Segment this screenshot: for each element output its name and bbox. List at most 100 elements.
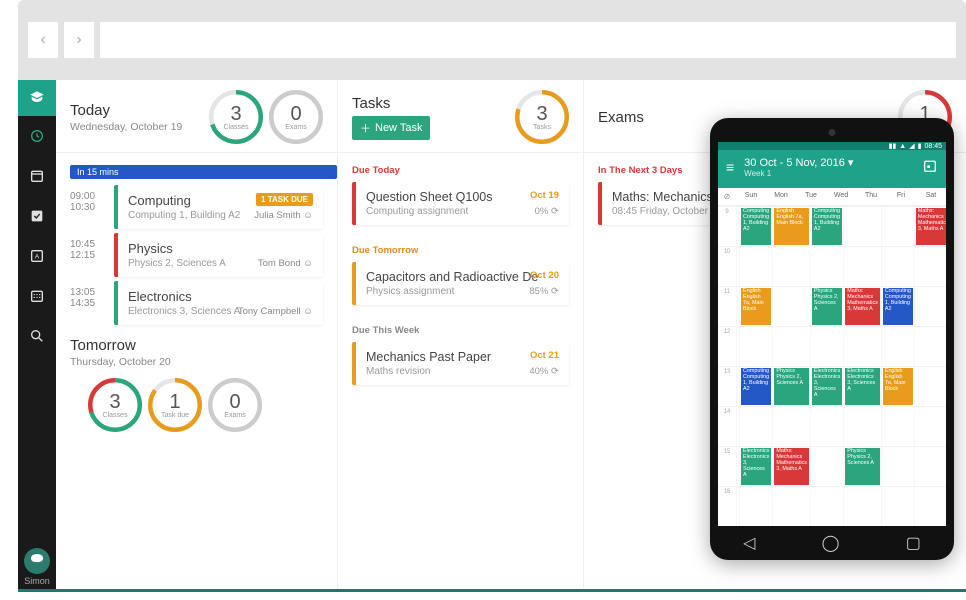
calendar-cell[interactable]: Electronics Electronics 3, Sciences A (843, 366, 881, 406)
task-card[interactable]: Oct 19 Question Sheet Q100s Computing as… (352, 182, 569, 225)
exams-title: Exams (598, 109, 644, 126)
calendar-cell[interactable] (810, 486, 843, 526)
brand-icon[interactable] (18, 80, 56, 116)
calendar-event[interactable]: Computing Computing 1, Building A2 (741, 208, 771, 245)
calendar-cell[interactable] (810, 326, 843, 366)
calendar-cell[interactable]: Physics Physics 2, Sciences A (772, 366, 810, 406)
person-icon: ☺ (303, 210, 313, 221)
exams-icon[interactable]: A (18, 236, 56, 276)
calendar-cell[interactable]: Electronics Electronics 3, Sciences A (810, 366, 843, 406)
tasks-icon[interactable] (18, 196, 56, 236)
calendar-cell[interactable]: Computing Computing 1, Building A2 (881, 286, 914, 326)
filter-icon[interactable]: ⊘ (718, 188, 736, 206)
calendar-event[interactable]: Electronics Electronics 3, Sciences A (845, 368, 880, 405)
calendar-cell[interactable] (881, 406, 914, 446)
hour-label: 14 (718, 406, 736, 446)
calendar-cell[interactable] (810, 446, 843, 486)
calendar-event[interactable]: Physics Physics 2, Sciences A (812, 288, 842, 325)
calendar-cell[interactable] (843, 206, 881, 246)
calendar-cell[interactable] (810, 246, 843, 286)
calendar-event[interactable]: English English 7a, Main Block (774, 208, 809, 245)
calendar-cell[interactable] (881, 446, 914, 486)
user-avatar[interactable]: Simon (24, 542, 50, 592)
search-icon[interactable] (18, 316, 56, 356)
class-row[interactable]: 13:0514:35 Electronics Electronics 3, Sc… (56, 281, 337, 329)
calendar-cell[interactable] (739, 486, 772, 526)
today-icon[interactable] (922, 158, 938, 177)
calendar-event[interactable]: Computing Computing 1, Building A2 (883, 288, 913, 325)
calendar-event[interactable]: Maths: Mechanics Mathematics 3, Maths A (845, 288, 880, 325)
back-icon[interactable]: ◁ (743, 533, 755, 553)
calendar-cell[interactable] (772, 246, 810, 286)
calendar-cell[interactable] (843, 246, 881, 286)
calendar-cell[interactable]: Maths: Mechanics Mathematics 3, Maths A (843, 286, 881, 326)
calendar-cell[interactable]: Physics Physics 2, Sciences A (843, 446, 881, 486)
task-progress: 0% ⟳ (535, 206, 559, 217)
calendar-cell[interactable]: Computing Computing 1, Building A2 (739, 206, 772, 246)
calendar-event[interactable]: Computing Computing 1, Building A2 (741, 368, 771, 405)
class-card[interactable]: Physics Physics 2, Sciences A Tom Bond ☺ (114, 233, 323, 277)
url-bar[interactable] (100, 22, 956, 58)
calendar-range[interactable]: 30 Oct - 5 Nov, 2016 (744, 157, 845, 169)
class-row[interactable]: 10:4512:15 Physics Physics 2, Sciences A… (56, 233, 337, 281)
calendar-event[interactable]: English English 7a, Main Block (883, 368, 913, 405)
calendar-cell[interactable] (843, 486, 881, 526)
calendar-event[interactable]: Electronics Electronics 3, Sciences A (812, 368, 842, 405)
calendar-cell[interactable]: English English 7a, Main Block (739, 286, 772, 326)
back-button[interactable]: ‹ (28, 22, 58, 58)
calendar-cell[interactable]: Physics Physics 2, Sciences A (810, 286, 843, 326)
calendar-cell[interactable]: Computing Computing 1, Building A2 (810, 206, 843, 246)
calendar-cell[interactable] (914, 446, 946, 486)
calendar-cell[interactable]: Electronics Electronics 3, Sciences A (739, 446, 772, 486)
calendar-cell[interactable] (914, 406, 946, 446)
schedule-icon[interactable] (18, 276, 56, 316)
calendar-cell[interactable] (914, 246, 946, 286)
class-title: Physics (128, 241, 313, 256)
calendar-cell[interactable] (881, 206, 914, 246)
calendar-cell[interactable] (881, 326, 914, 366)
calendar-cell[interactable]: Maths: Mechanics Mathematics 3, Maths A (914, 206, 946, 246)
calendar-cell[interactable] (881, 246, 914, 286)
calendar-cell[interactable] (914, 286, 946, 326)
calendar-event[interactable]: English English 7a, Main Block (741, 288, 771, 325)
dashboard-icon[interactable] (18, 116, 56, 156)
task-subject: Computing assignment (366, 206, 559, 217)
calendar-event[interactable]: Maths: Mechanics Mathematics 3, Maths A (774, 448, 809, 485)
calendar-cell[interactable] (881, 486, 914, 526)
class-teacher: Tony Campbell ☺ (238, 306, 313, 317)
calendar-event[interactable]: Computing Computing 1, Building A2 (812, 208, 842, 245)
task-card[interactable]: Oct 20 Capacitors and Radioactive De Phy… (352, 262, 569, 305)
calendar-cell[interactable] (810, 406, 843, 446)
calendar-cell[interactable]: Computing Computing 1, Building A2 (739, 366, 772, 406)
calendar-cell[interactable] (772, 286, 810, 326)
calendar-event[interactable]: Maths: Mechanics Mathematics 3, Maths A (916, 208, 946, 245)
calendar-event[interactable]: Electronics Electronics 3, Sciences A (741, 448, 771, 485)
calendar-cell[interactable] (772, 486, 810, 526)
calendar-cell[interactable] (772, 406, 810, 446)
calendar-cell[interactable] (739, 246, 772, 286)
calendar-cell[interactable]: English English 7a, Main Block (881, 366, 914, 406)
forward-button[interactable]: › (64, 22, 94, 58)
hour-label: 12 (718, 326, 736, 366)
calendar-cell[interactable]: Maths: Mechanics Mathematics 3, Maths A (772, 446, 810, 486)
task-card[interactable]: Oct 21 Mechanics Past Paper Maths revisi… (352, 342, 569, 385)
menu-icon[interactable]: ≡ (726, 159, 734, 175)
calendar-cell[interactable] (772, 326, 810, 366)
calendar-event[interactable]: Physics Physics 2, Sciences A (774, 368, 809, 405)
class-card[interactable]: Electronics Electronics 3, Sciences A To… (114, 281, 323, 325)
recent-icon[interactable]: ▢ (906, 533, 921, 553)
class-row[interactable]: 09:0010:30 1 TASK DUE Computing Computin… (56, 185, 337, 233)
class-card[interactable]: 1 TASK DUE Computing Computing 1, Buildi… (114, 185, 323, 229)
calendar-cell[interactable]: English English 7a, Main Block (772, 206, 810, 246)
calendar-cell[interactable] (739, 326, 772, 366)
calendar-cell[interactable] (914, 366, 946, 406)
calendar-cell[interactable] (914, 326, 946, 366)
calendar-icon[interactable] (18, 156, 56, 196)
calendar-cell[interactable] (739, 406, 772, 446)
calendar-cell[interactable] (843, 406, 881, 446)
new-task-button[interactable]: ＋ New Task (352, 116, 430, 140)
home-icon[interactable]: ◯ (822, 533, 840, 553)
calendar-cell[interactable] (914, 486, 946, 526)
calendar-event[interactable]: Physics Physics 2, Sciences A (845, 448, 880, 485)
calendar-cell[interactable] (843, 326, 881, 366)
